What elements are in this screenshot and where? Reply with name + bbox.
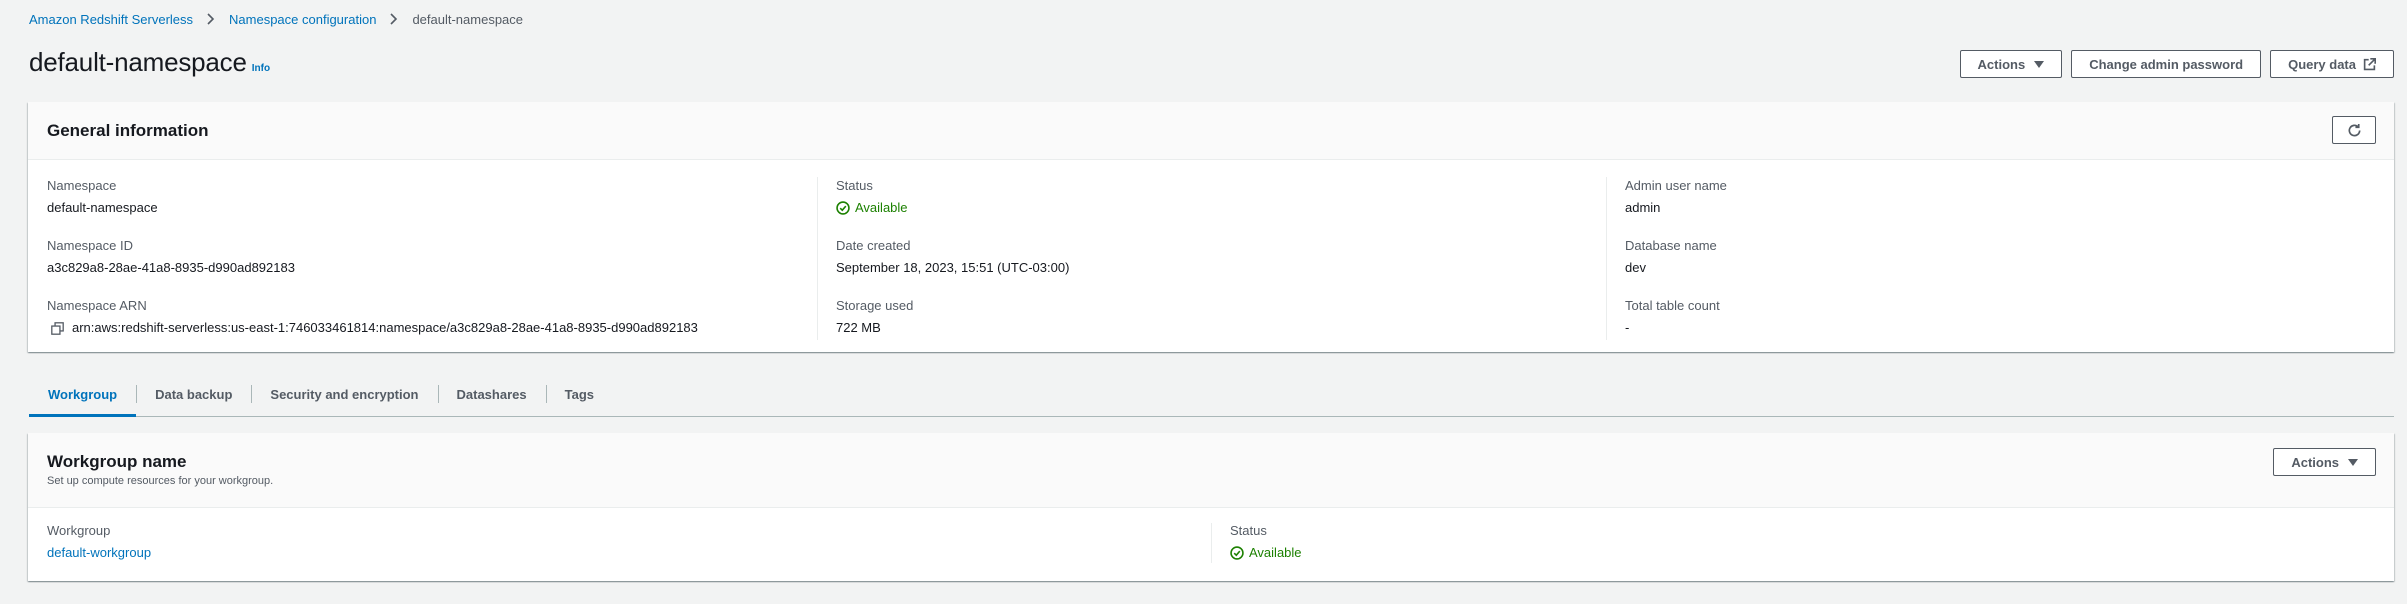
refresh-icon xyxy=(2348,123,2360,136)
column-divider xyxy=(1606,177,1607,340)
column-divider xyxy=(1211,523,1212,563)
namespace-field: Namespace default-namespace xyxy=(47,177,698,237)
workgroup-body: Workgroup default-workgroup Status Avail… xyxy=(28,507,2394,581)
workgroup-column: Workgroup default-workgroup xyxy=(47,522,151,562)
namespace-column: Namespace default-namespace Namespace ID… xyxy=(47,177,698,357)
admin-user-field: Admin user name admin xyxy=(1625,177,1727,237)
database-name-field: Database name dev xyxy=(1625,237,1727,297)
date-created-field: Date created September 18, 2023, 15:51 (… xyxy=(836,237,1069,297)
storage-used-field: Storage used 722 MB xyxy=(836,297,1069,357)
namespace-id-field: Namespace ID a3c829a8-28ae-41a8-8935-d99… xyxy=(47,237,698,297)
actions-label: Actions xyxy=(1977,56,2026,72)
namespace-arn-row: arn:aws:redshift-serverless:us-east-1:74… xyxy=(47,319,698,337)
workgroup-title: Workgroup name xyxy=(47,452,187,471)
workgroup-link[interactable]: default-workgroup xyxy=(47,544,151,562)
query-data-label: Query data xyxy=(2288,56,2356,72)
namespace-arn-value: arn:aws:redshift-serverless:us-east-1:74… xyxy=(72,320,698,335)
date-created-value: September 18, 2023, 15:51 (UTC-03:00) xyxy=(836,260,1070,275)
namespace-tabs: Workgroup Data backup Security and encry… xyxy=(29,372,2394,417)
breadcrumb-current: default-namespace xyxy=(412,11,524,27)
tab-data-backup[interactable]: Data backup xyxy=(136,372,251,416)
check-circle-icon xyxy=(836,201,850,215)
breadcrumb-namespace-configuration[interactable]: Namespace configuration xyxy=(229,12,376,27)
workgroup-actions-label: Actions xyxy=(2291,454,2339,470)
status-badge: Available xyxy=(836,199,1069,217)
chevron-right-icon xyxy=(207,13,215,25)
namespace-label: Namespace xyxy=(47,178,117,193)
workgroup-label: Workgroup xyxy=(47,523,111,538)
status-field: Status Available xyxy=(836,177,1069,237)
workgroup-description: Set up compute resources for your workgr… xyxy=(47,475,274,487)
date-created-label: Date created xyxy=(836,238,911,253)
workgroup-header: Workgroup name Set up compute resources … xyxy=(28,433,2394,508)
admin-column: Admin user name admin Database name dev … xyxy=(1625,177,1727,357)
workgroup-status-badge: Available xyxy=(1230,544,1302,562)
query-data-button[interactable]: Query data xyxy=(2270,50,2394,78)
change-admin-password-button[interactable]: Change admin password xyxy=(2071,50,2262,78)
storage-used-value: 722 MB xyxy=(836,320,881,335)
workgroup-status-label: Status xyxy=(1230,523,1267,538)
tab-tags[interactable]: Tags xyxy=(545,372,613,416)
breadcrumb: Amazon Redshift Serverless Namespace con… xyxy=(29,10,523,28)
status-value: Available xyxy=(855,200,908,215)
general-information-header: General information xyxy=(28,102,2394,160)
copy-icon[interactable] xyxy=(51,321,64,335)
namespace-arn-label: Namespace ARN xyxy=(47,298,147,313)
caret-down-icon xyxy=(2348,458,2358,466)
refresh-button[interactable] xyxy=(2332,116,2376,144)
general-information-body: Namespace default-namespace Namespace ID… xyxy=(28,159,2394,352)
change-admin-password-label: Change admin password xyxy=(2089,56,2244,72)
info-link[interactable]: Info xyxy=(252,63,270,74)
table-count-field: Total table count - xyxy=(1625,297,1727,357)
workgroup-status-column: Status Available xyxy=(1230,522,1302,562)
page-title: default-namespace xyxy=(29,47,247,77)
general-information-title: General information xyxy=(47,121,209,140)
table-count-value: - xyxy=(1625,320,1630,335)
namespace-arn-field: Namespace ARN arn:aws:redshift-serverles… xyxy=(47,297,698,357)
breadcrumb-redshift-serverless[interactable]: Amazon Redshift Serverless xyxy=(29,12,193,27)
namespace-id-label: Namespace ID xyxy=(47,238,133,253)
database-name-value: dev xyxy=(1625,260,1646,275)
admin-user-label: Admin user name xyxy=(1625,178,1727,193)
workgroup-actions-button[interactable]: Actions xyxy=(2273,448,2376,476)
namespace-id-value: a3c829a8-28ae-41a8-8935-d990ad892183 xyxy=(47,260,295,275)
caret-down-icon xyxy=(2034,60,2045,68)
header-actions: Actions Change admin password Query data xyxy=(1959,50,2394,78)
table-count-label: Total table count xyxy=(1625,298,1720,313)
namespace-value: default-namespace xyxy=(47,200,158,215)
admin-user-value: admin xyxy=(1625,200,1661,215)
database-name-label: Database name xyxy=(1625,238,1717,253)
actions-dropdown-button[interactable]: Actions xyxy=(1959,50,2063,78)
column-divider xyxy=(817,177,818,340)
storage-used-label: Storage used xyxy=(836,298,914,313)
status-column: Status Available Date created September … xyxy=(836,177,1069,357)
tab-workgroup[interactable]: Workgroup xyxy=(29,372,137,417)
page-header: default-namespace Info xyxy=(29,47,270,78)
workgroup-panel: Workgroup name Set up compute resources … xyxy=(28,433,2394,581)
status-label: Status xyxy=(836,178,873,193)
tab-security-and-encryption[interactable]: Security and encryption xyxy=(251,372,437,416)
chevron-right-icon xyxy=(390,13,398,25)
general-information-panel: General information Namespace default-na… xyxy=(28,102,2394,352)
workgroup-status-value: Available xyxy=(1249,545,1302,560)
tab-datashares[interactable]: Datashares xyxy=(437,372,546,416)
check-circle-icon xyxy=(1230,546,1244,560)
external-link-icon xyxy=(2363,57,2376,70)
